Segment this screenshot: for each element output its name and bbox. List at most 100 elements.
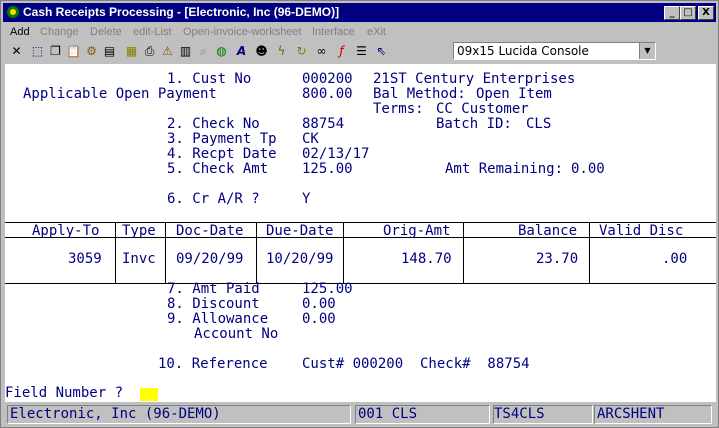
menu-bar: Add Change Delete edit-List Open-invoice… [3,23,716,41]
col-divider [115,222,116,284]
title-bar[interactable]: Cash Receipts Processing - [Electronic, … [3,3,716,22]
list-icon[interactable]: ☰ [353,43,370,60]
check-amt-value[interactable]: 125.00 [302,162,353,177]
menu-open-invoice-worksheet[interactable]: Open-invoice-worksheet [183,26,302,38]
batch-id-label: Batch ID: [436,116,512,132]
menu-delete[interactable]: Delete [90,26,122,38]
col-header-doc-date: Doc-Date [176,223,244,239]
reference-value[interactable]: Cust# 000200 Check# 88754 [302,357,530,372]
field-2-label: 2. Check No [167,116,260,132]
field-7-label: 7. Amt Paid [167,281,260,297]
col-header-apply-to: Apply-To [32,223,100,239]
function-icon[interactable]: ƒ [333,43,350,60]
paste-icon[interactable]: 📋 [65,43,82,60]
cust-no-value[interactable]: 000200 [302,72,353,87]
col-header-orig-amt: Orig-Amt [383,223,451,239]
refresh-icon[interactable]: ↻ [293,43,310,60]
cell-valid-disc[interactable]: .00 [662,252,687,267]
bal-method-value: Open Item [476,86,552,102]
field-10-label: 10. Reference [158,356,268,372]
amt-paid-value[interactable]: 125.00 [302,282,353,297]
chevron-down-icon[interactable]: ▼ [639,43,655,59]
field-8-label: 8. Discount [167,296,260,312]
field-number-prompt: Field Number ? [5,385,124,401]
copy-icon[interactable]: ❐ [47,43,64,60]
cell-orig-amt[interactable]: 148.70 [401,252,452,267]
field-6-label: 6. Cr A/R ? [167,191,260,207]
apply-table: Apply-To Type Doc-Date Due-Date Orig-Amt… [5,222,716,284]
print-icon[interactable]: ▤ [101,43,118,60]
menu-exit[interactable]: eXit [367,26,386,38]
batch-id-value: CLS [526,116,552,132]
status-terminal-text: TS4CLS [494,406,545,422]
cell-apply-to[interactable]: 3059 [68,252,102,267]
cr-ar-value[interactable]: Y [302,192,310,207]
col-divider [463,222,464,284]
bal-method-label: Bal Method: [373,86,466,102]
amt-remaining-label: Amt Remaining: [445,161,564,177]
applicable-open-payment-value: 800.00 [302,86,353,102]
menu-change[interactable]: Change [40,26,79,38]
window-title: Cash Receipts Processing - [Electronic, … [23,5,340,19]
search-icon[interactable]: ⌕ [195,43,212,60]
field-9-label: 9. Allowance [167,311,269,327]
terminal-screen: 1. Cust No 000200 21ST Century Enterpris… [5,64,716,402]
status-bar: Electronic, Inc (96-DEMO) 001 CLS TS4CLS… [5,403,716,427]
col-divider [256,222,257,284]
menu-interface[interactable]: Interface [312,26,355,38]
minimize-button[interactable]: _ [664,6,680,20]
close-button[interactable]: X [698,6,714,20]
col-header-balance: Balance [518,223,578,239]
cell-due-date[interactable]: 10/20/99 [266,252,333,267]
amt-remaining-value: 0.00 [571,161,605,177]
printer-setup-icon[interactable]: ⎙ [141,43,158,60]
field-5-label: 5. Check Amt [167,161,269,177]
field-1-label: 1. Cust No [167,71,252,87]
font-icon[interactable]: A [233,43,250,60]
cell-doc-date[interactable]: 09/20/99 [176,252,243,267]
input-cursor[interactable] [140,388,158,401]
cell-type[interactable]: Invc [122,252,156,267]
discount-value[interactable]: 0.00 [302,297,336,312]
app-window: Cash Receipts Processing - [Electronic, … [0,0,719,428]
font-select[interactable]: 09x15 Lucida Console ▼ [453,42,656,60]
link-icon[interactable]: ∞ [313,43,330,60]
col-divider [343,222,344,284]
user-icon[interactable]: ☻ [253,43,270,60]
field-3-label: 3. Payment Tp [167,131,277,147]
status-user: ARCSHENT [594,405,712,424]
notepad-icon[interactable]: ▦ [123,43,140,60]
menu-edit-list[interactable]: edit-List [133,26,172,38]
col-header-due-date: Due-Date [266,223,334,239]
status-terminal: TS4CLS [493,405,593,424]
status-company: Electronic, Inc (96-DEMO) [7,405,351,424]
field-4-label: 4. Recpt Date [167,146,277,162]
maximize-button[interactable]: □ [680,6,696,20]
help-cursor-icon[interactable]: ⇖ [373,43,390,60]
col-header-type: Type [122,223,156,239]
calculator-icon[interactable]: ▥ [177,43,194,60]
check-no-value[interactable]: 88754 [302,117,344,132]
col-header-valid-disc: Valid Disc [599,223,684,239]
gear-icon[interactable]: ⚙ [83,43,100,60]
applicable-open-payment-label: Applicable Open Payment [23,86,217,102]
status-batch: 001 CLS [355,405,490,424]
col-divider [589,222,590,284]
terms-label: Terms: [373,101,424,117]
recpt-date-value[interactable]: 02/13/17 [302,147,369,162]
app-icon [7,6,19,18]
terms-value: CC Customer [436,101,529,117]
menu-add[interactable]: Add [10,26,30,38]
cell-balance[interactable]: 23.70 [536,252,578,267]
payment-tp-value[interactable]: CK [302,132,319,147]
lightning-icon[interactable]: ϟ [273,43,290,60]
customer-name: 21ST Century Enterprises [373,71,576,87]
col-divider [165,222,166,284]
allowance-value[interactable]: 0.00 [302,312,336,327]
warning-icon[interactable]: ⚠ [159,43,176,60]
select-icon[interactable]: ⬚ [29,43,46,60]
table-border-bottom [5,283,716,284]
globe-icon[interactable]: ◍ [213,43,230,60]
close-x-icon[interactable]: ✕ [8,43,25,60]
font-select-value: 09x15 Lucida Console [457,44,589,58]
